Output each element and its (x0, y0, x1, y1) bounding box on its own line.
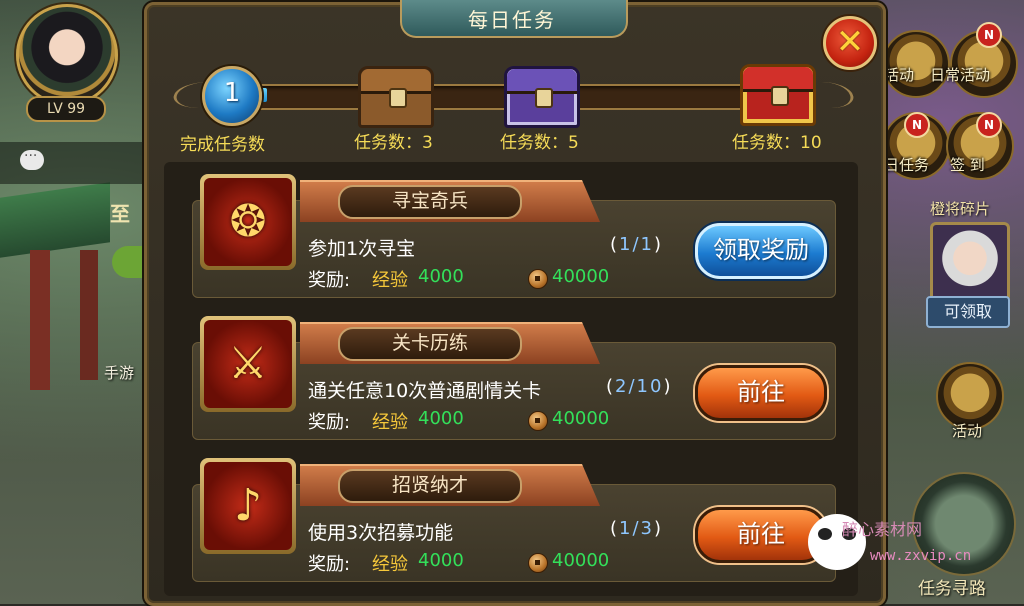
menu-label-sign-in: 签 到 (950, 156, 985, 174)
reward-label: 奖励: (308, 270, 351, 291)
exp-label: 经验 (372, 554, 408, 575)
exp-value: 4000 (418, 408, 464, 429)
menu-label-activity: 活动 (884, 66, 915, 84)
crossed-swords-icon: ⚔ (228, 338, 268, 389)
task-icon-frame: ❂ (200, 174, 296, 270)
go-button[interactable]: 前往 (695, 507, 827, 563)
horn-icon: ♪ (233, 480, 263, 531)
exp-value: 4000 (418, 550, 464, 571)
close-icon: ✕ (835, 22, 865, 62)
exp-label: 经验 (372, 412, 408, 433)
go-button[interactable]: 前往 (695, 365, 827, 421)
player-level-badge: LV 99 (26, 96, 106, 122)
player-avatar[interactable] (16, 4, 118, 106)
exp-label: 经验 (372, 270, 408, 291)
task-icon-frame: ⚔ (200, 316, 296, 412)
fragment-title: 橙将碎片 (930, 200, 991, 218)
hero-portrait[interactable] (930, 222, 1010, 302)
completed-count-label: 完成任务数 (180, 135, 265, 155)
coin-value: 40000 (552, 266, 610, 287)
coin-icon (528, 411, 548, 431)
exp-value: 4000 (418, 266, 464, 287)
activity-event-label: 活动 (952, 422, 983, 440)
building-pillar (80, 250, 98, 380)
task-description: 参加1次寻宝 (308, 238, 416, 260)
watermark-url: www.zxvip.cn (870, 548, 972, 564)
task-title: 招贤纳才 (391, 474, 468, 496)
coin-icon (528, 553, 548, 573)
location-label: 至 (110, 202, 130, 226)
task-icon-frame: ♪ (200, 458, 296, 554)
coin-value: 40000 (552, 550, 610, 571)
reward-label: 奖励: (308, 554, 351, 575)
notification-badge: N (904, 112, 930, 138)
milestone-label: 任务数：10 (732, 133, 822, 153)
menu-label-daily-task: 日任务 (884, 156, 930, 174)
reward-label: 奖励: (308, 412, 351, 433)
coin-value: 40000 (552, 408, 610, 429)
gold-chest-icon[interactable] (740, 64, 816, 126)
coin-icon (528, 269, 548, 289)
milestone-label: 任务数：5 (500, 133, 579, 153)
task-navigation-label: 任务寻路 (918, 579, 986, 599)
treasure-fish-icon: ❂ (229, 196, 267, 247)
building-roof (0, 182, 110, 258)
watermark-text: 醉心素材网 (842, 520, 923, 539)
task-progress: (1/3) (610, 518, 664, 539)
task-title: 关卡历练 (391, 332, 468, 354)
task-description: 通关任意10次普通剧情关卡 (308, 380, 542, 402)
close-button[interactable]: ✕ (823, 16, 877, 70)
task-progress: (1/1) (610, 234, 664, 255)
side-tab-button[interactable] (112, 246, 142, 278)
fragment-claim-button[interactable]: 可领取 (926, 296, 1010, 328)
wood-chest-icon[interactable] (358, 66, 434, 128)
task-progress: (2/10) (606, 376, 673, 397)
dialog-title: 每日任务 (468, 8, 556, 32)
scene-label: 手游 (104, 364, 135, 382)
notification-badge: N (976, 112, 1002, 138)
completed-count: 1 (223, 78, 241, 108)
task-description: 使用3次招募功能 (308, 522, 454, 544)
milestone-label: 任务数：3 (354, 133, 433, 153)
building-pillar (30, 250, 50, 390)
menu-label-daily-activity: 日常活动 (930, 66, 991, 84)
claim-reward-button[interactable]: 领取奖励 (695, 223, 827, 279)
chat-icon[interactable] (20, 148, 44, 170)
task-title: 寻宝奇兵 (391, 190, 468, 212)
notification-badge: N (976, 22, 1002, 48)
purple-chest-icon[interactable] (504, 66, 580, 128)
